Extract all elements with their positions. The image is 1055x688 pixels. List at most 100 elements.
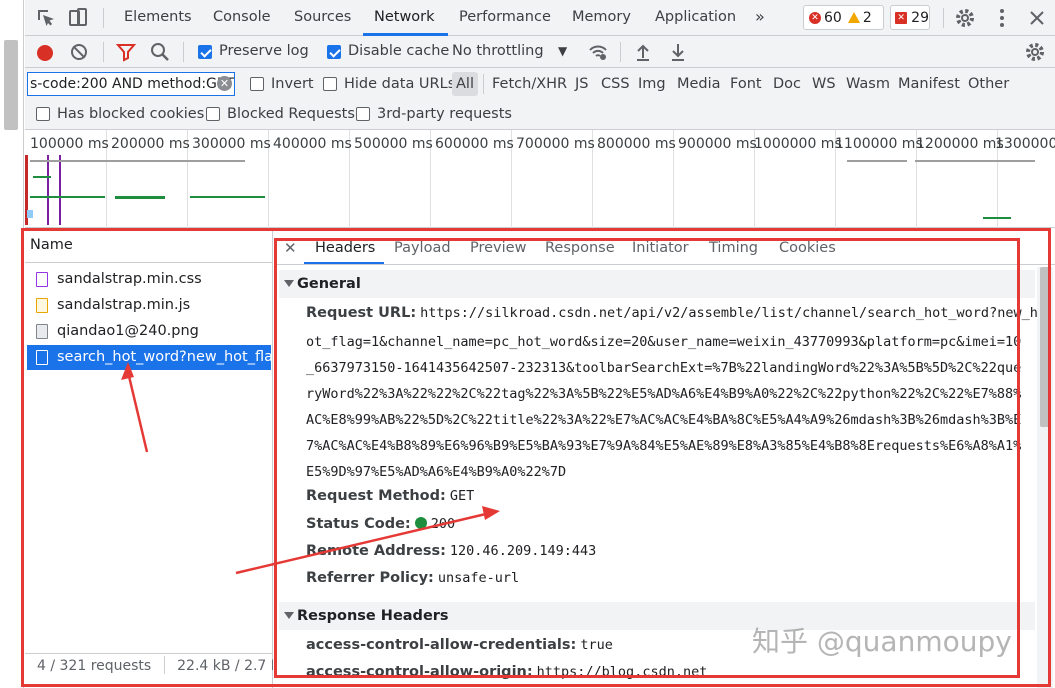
preserve-log-checkbox[interactable] [198, 45, 212, 59]
preserve-log-label: Preserve log [219, 43, 309, 59]
more-options-icon[interactable] [991, 7, 1013, 29]
filter-icon[interactable] [115, 41, 137, 63]
invert-checkbox[interactable] [250, 77, 264, 91]
response-header-row: access-control-allow-origin: https://blog… [306, 664, 707, 680]
network-toolbar: Preserve log Disable cache No throttling… [25, 36, 1055, 68]
expand-triangle-icon [284, 280, 294, 287]
type-filter-media[interactable]: Media [677, 76, 721, 92]
tab-sources[interactable]: Sources [294, 9, 351, 25]
request-row-selected[interactable]: search_hot_word?new_hot_fla... [27, 345, 271, 370]
request-url-row: Request URL: https://silkroad.csdn.net/ap… [306, 305, 1038, 321]
request-url-continuation: ot_flag=1&channel_name=pc_hot_word&size=… [306, 334, 1022, 350]
header-value: true [580, 637, 613, 653]
throttling-dropdown-icon[interactable]: ▼ [558, 44, 567, 58]
clear-button[interactable] [71, 44, 87, 60]
tab-memory[interactable]: Memory [572, 9, 631, 25]
has-blocked-cookies-checkbox[interactable] [36, 107, 50, 121]
tab-payload[interactable]: Payload [394, 240, 451, 256]
header-name: access-control-allow-credentials: [306, 637, 577, 653]
network-overview-timeline[interactable]: 100000 ms 200000 ms 300000 ms 400000 ms … [25, 130, 1055, 228]
blocked-requests-checkbox[interactable] [206, 107, 220, 121]
divider [163, 656, 165, 674]
import-har-icon[interactable] [632, 41, 654, 63]
tab-response[interactable]: Response [545, 240, 615, 256]
disable-cache-checkbox[interactable] [327, 45, 341, 59]
issue-icon: ✕ [895, 11, 908, 24]
request-row[interactable]: sandalstrap.min.js [27, 293, 271, 318]
tab-cookies[interactable]: Cookies [779, 240, 836, 256]
type-filter-ws[interactable]: WS [812, 76, 836, 92]
general-section-header[interactable]: General [279, 270, 1035, 298]
tab-preview[interactable]: Preview [470, 240, 526, 256]
issues-badge[interactable]: ✕ 29 [890, 5, 930, 30]
detail-tabs: ✕ Headers Payload Preview Response Initi… [274, 237, 1055, 265]
type-filter-fetch-xhr[interactable]: Fetch/XHR [492, 76, 567, 92]
type-filter-all[interactable]: All [452, 72, 478, 96]
third-party-label: 3rd-party requests [377, 106, 512, 122]
name-column-header[interactable]: Name [25, 237, 273, 263]
close-devtools-icon[interactable] [1026, 7, 1048, 29]
page-edge-strip [0, 0, 24, 688]
blocked-requests-label: Blocked Requests [227, 106, 355, 122]
more-tabs-button[interactable]: » [755, 7, 765, 26]
divider [620, 42, 621, 62]
filter-input[interactable]: s-code:200 AND method:GET [27, 72, 235, 96]
timeline-bars [25, 155, 1035, 225]
request-row[interactable]: qiandao1@240.png [27, 319, 271, 344]
tab-initiator[interactable]: Initiator [632, 240, 689, 256]
request-method-row: Request Method: GET [306, 488, 474, 504]
request-method-value: GET [449, 488, 475, 504]
clear-filter-icon[interactable]: ✕ [217, 76, 232, 91]
request-url-continuation: ryWord%22%3A%22%22%2C%22tag%22%3A%5B%22%… [306, 386, 1022, 402]
request-row[interactable]: sandalstrap.min.css [27, 267, 271, 292]
search-icon[interactable] [149, 41, 171, 63]
tab-headers[interactable]: Headers [315, 240, 375, 256]
network-conditions-icon[interactable] [587, 41, 609, 63]
detail-scrollbar[interactable] [1037, 267, 1053, 688]
type-filter-manifest[interactable]: Manifest [898, 76, 960, 92]
third-party-checkbox[interactable] [356, 107, 370, 121]
tab-performance[interactable]: Performance [459, 9, 551, 25]
type-filter-img[interactable]: Img [638, 76, 666, 92]
tab-timing[interactable]: Timing [709, 240, 758, 256]
type-filter-font[interactable]: Font [730, 76, 762, 92]
type-filter-wasm[interactable]: Wasm [846, 76, 890, 92]
devtools-window: Elements Console Sources Network Perform… [25, 0, 1055, 688]
referrer-policy-value: unsafe-url [437, 570, 520, 586]
tab-elements[interactable]: Elements [124, 9, 192, 25]
page-scrollbar[interactable] [4, 40, 18, 130]
device-toolbar-icon[interactable] [67, 7, 89, 29]
section-title: General [297, 276, 361, 292]
invert-label: Invert [271, 76, 314, 92]
hide-data-urls-checkbox[interactable] [323, 77, 337, 91]
tab-application[interactable]: Application [655, 9, 736, 25]
throttling-select[interactable]: No throttling [452, 43, 544, 59]
remote-address-value: 120.46.209.149:443 [449, 543, 597, 559]
close-detail-icon[interactable]: ✕ [284, 239, 297, 257]
network-settings-icon[interactable] [1024, 41, 1046, 63]
request-method-label: Request Method: [306, 488, 446, 504]
stylesheet-file-icon [36, 272, 48, 287]
request-url-continuation: 7%AC%AC%E4%B8%89%E6%96%B9%E5%BA%93%E7%9A… [306, 438, 1022, 454]
warning-icon [847, 12, 860, 23]
type-filter-doc[interactable]: Doc [773, 76, 801, 92]
request-url-continuation: E5%9D%97%E5%AD%A6%E4%B9%A0%22%7D [306, 464, 567, 480]
scrollbar-thumb[interactable] [1040, 267, 1050, 427]
inspect-element-icon[interactable] [35, 7, 57, 29]
request-url-label: Request URL: [306, 305, 417, 321]
request-name: qiandao1@240.png [57, 323, 199, 339]
divider [483, 74, 484, 94]
type-filter-css[interactable]: CSS [601, 76, 630, 92]
tab-console[interactable]: Console [213, 9, 271, 25]
settings-gear-icon[interactable] [954, 7, 976, 29]
type-filter-other[interactable]: Other [968, 76, 1009, 92]
status-ok-icon [414, 517, 427, 529]
has-blocked-cookies-label: Has blocked cookies [57, 106, 205, 122]
error-icon: ✕ [809, 11, 821, 24]
tab-network[interactable]: Network [374, 9, 435, 25]
export-har-icon[interactable] [667, 41, 689, 63]
console-counts-badge[interactable]: ✕ 60 2 [803, 5, 884, 30]
header-name: access-control-allow-origin: [306, 664, 533, 680]
type-filter-js[interactable]: JS [575, 76, 588, 92]
record-button[interactable] [37, 45, 53, 61]
